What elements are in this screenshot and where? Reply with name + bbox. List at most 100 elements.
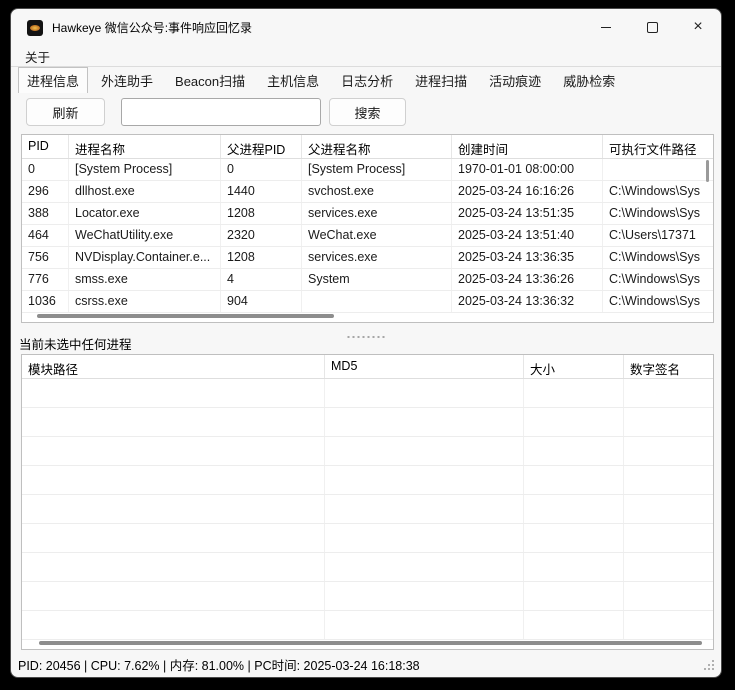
cell-process-name: dllhost.exe: [69, 181, 221, 202]
window-title: Hawkeye 微信公众号:事件响应回忆录: [52, 19, 252, 36]
hawkeye-eye-icon: [30, 25, 40, 31]
cell-pid: 464: [22, 225, 69, 246]
column-header-process-name[interactable]: 进程名称: [69, 135, 221, 158]
module-row-empty: [22, 379, 713, 408]
module-row-empty: [22, 408, 713, 437]
cell-pid: 756: [22, 247, 69, 268]
maximize-button[interactable]: [629, 9, 675, 46]
column-header-parent-pid[interactable]: 父进程PID: [221, 135, 302, 158]
process-table: PID 进程名称 父进程PID 父进程名称 创建时间 可执行文件路径 0 [Sy…: [21, 134, 714, 323]
cell-pid: 388: [22, 203, 69, 224]
resize-grip-icon[interactable]: [712, 668, 714, 670]
close-icon: ×: [693, 19, 702, 35]
cell-create-time: 2025-03-24 13:51:35: [452, 203, 603, 224]
process-table-horizontal-scrollbar[interactable]: [37, 314, 334, 318]
cell-parent-name: WeChat.exe: [302, 225, 452, 246]
cell-exe-path: C:\Windows\Sys: [603, 269, 713, 290]
module-row-empty: [22, 553, 713, 582]
column-header-size[interactable]: 大小: [524, 355, 624, 378]
tab-activity-traces[interactable]: 活动痕迹: [480, 67, 550, 93]
maximize-icon: [647, 22, 658, 33]
close-button[interactable]: ×: [675, 9, 721, 46]
cell-parent-pid: 0: [221, 159, 302, 180]
cell-pid: 1036: [22, 291, 69, 312]
title-bar[interactable]: Hawkeye 微信公众号:事件响应回忆录 ×: [11, 9, 721, 46]
menu-bar: 关于: [11, 46, 721, 67]
column-header-create-time[interactable]: 创建时间: [452, 135, 603, 158]
status-bar-text: PID: 20456 | CPU: 7.62% | 内存: 81.00% | P…: [18, 655, 420, 674]
cell-parent-pid: 2320: [221, 225, 302, 246]
cell-parent-name: System: [302, 269, 452, 290]
tab-process-scan[interactable]: 进程扫描: [406, 67, 476, 93]
cell-parent-name: services.exe: [302, 203, 452, 224]
column-header-md5[interactable]: MD5: [325, 355, 524, 378]
tab-log-analysis[interactable]: 日志分析: [332, 67, 402, 93]
process-row[interactable]: 776 smss.exe 4 System 2025-03-24 13:36:2…: [22, 269, 713, 291]
cell-exe-path: C:\Windows\Sys: [603, 291, 713, 312]
column-header-pid[interactable]: PID: [22, 135, 69, 158]
column-header-parent-name[interactable]: 父进程名称: [302, 135, 452, 158]
cell-process-name: Locator.exe: [69, 203, 221, 224]
window-controls: ×: [583, 9, 721, 46]
cell-create-time: 2025-03-24 13:36:35: [452, 247, 603, 268]
pane-splitter-handle[interactable]: [348, 336, 385, 338]
process-row[interactable]: 756 NVDisplay.Container.e... 1208 servic…: [22, 247, 713, 269]
cell-create-time: 2025-03-24 13:51:40: [452, 225, 603, 246]
cell-process-name: WeChatUtility.exe: [69, 225, 221, 246]
cell-create-time: 2025-03-24 13:36:26: [452, 269, 603, 290]
cell-pid: 296: [22, 181, 69, 202]
cell-create-time: 2025-03-24 16:16:26: [452, 181, 603, 202]
module-row-empty: [22, 437, 713, 466]
refresh-button[interactable]: 刷新: [26, 98, 105, 126]
tab-outbound-helper[interactable]: 外连助手: [92, 67, 162, 93]
process-table-header: PID 进程名称 父进程PID 父进程名称 创建时间 可执行文件路径: [22, 135, 713, 159]
module-row-empty: [22, 582, 713, 611]
cell-process-name: NVDisplay.Container.e...: [69, 247, 221, 268]
cell-create-time: 2025-03-24 13:36:32: [452, 291, 603, 312]
search-input[interactable]: [121, 98, 321, 126]
cell-process-name: smss.exe: [69, 269, 221, 290]
cell-parent-pid: 4: [221, 269, 302, 290]
module-table-horizontal-scrollbar[interactable]: [39, 641, 702, 645]
cell-exe-path: [603, 159, 713, 180]
process-row[interactable]: 388 Locator.exe 1208 services.exe 2025-0…: [22, 203, 713, 225]
minimize-icon: [601, 27, 611, 28]
cell-exe-path: C:\Windows\Sys: [603, 203, 713, 224]
module-row-empty: [22, 611, 713, 640]
cell-exe-path: C:\Users\17371: [603, 225, 713, 246]
menu-item-about[interactable]: 关于: [23, 47, 52, 66]
module-row-empty: [22, 495, 713, 524]
tab-host-info[interactable]: 主机信息: [258, 67, 328, 93]
cell-parent-pid: 1208: [221, 247, 302, 268]
column-header-exe-path[interactable]: 可执行文件路径: [603, 135, 713, 158]
app-window: Hawkeye 微信公众号:事件响应回忆录 × 关于 进程信息 外连助手 Bea…: [10, 8, 722, 678]
cell-exe-path: C:\Windows\Sys: [603, 181, 713, 202]
module-row-empty: [22, 524, 713, 553]
selection-status-label: 当前未选中任何进程: [19, 338, 132, 352]
cell-pid: 0: [22, 159, 69, 180]
cell-parent-pid: 904: [221, 291, 302, 312]
cell-process-name: csrss.exe: [69, 291, 221, 312]
column-header-signature[interactable]: 数字签名: [624, 355, 713, 378]
cell-parent-name: [System Process]: [302, 159, 452, 180]
search-button[interactable]: 搜索: [329, 98, 406, 126]
cell-parent-pid: 1208: [221, 203, 302, 224]
cell-parent-name: services.exe: [302, 247, 452, 268]
tab-process-info[interactable]: 进程信息: [18, 67, 88, 93]
process-table-vertical-scrollbar[interactable]: [706, 160, 709, 182]
tab-beacon-scan[interactable]: Beacon扫描: [166, 67, 254, 93]
process-row[interactable]: 0 [System Process] 0 [System Process] 19…: [22, 159, 713, 181]
column-header-module-path[interactable]: 模块路径: [22, 355, 325, 378]
module-table-header: 模块路径 MD5 大小 数字签名: [22, 355, 713, 379]
cell-exe-path: C:\Windows\Sys: [603, 247, 713, 268]
process-row[interactable]: 464 WeChatUtility.exe 2320 WeChat.exe 20…: [22, 225, 713, 247]
tab-threat-search[interactable]: 威胁检索: [554, 67, 624, 93]
module-row-empty: [22, 466, 713, 495]
module-table: 模块路径 MD5 大小 数字签名: [21, 354, 714, 650]
process-row[interactable]: 296 dllhost.exe 1440 svchost.exe 2025-03…: [22, 181, 713, 203]
minimize-button[interactable]: [583, 9, 629, 46]
app-icon: [27, 20, 43, 36]
cell-parent-name: [302, 291, 452, 312]
process-row[interactable]: 1036 csrss.exe 904 2025-03-24 13:36:32 C…: [22, 291, 713, 313]
status-bar: PID: 20456 | CPU: 7.62% | 内存: 81.00% | P…: [11, 651, 721, 677]
